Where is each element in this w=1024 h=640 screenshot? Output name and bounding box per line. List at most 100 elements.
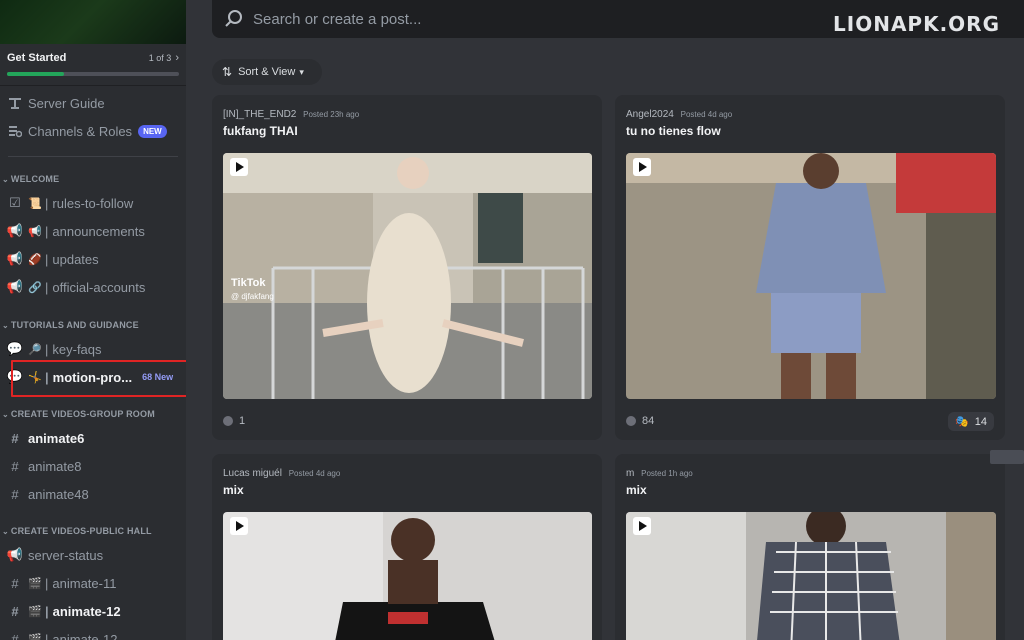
channel-label: animate48 (28, 486, 89, 502)
post-title[interactable]: fukfang THAI (212, 120, 602, 138)
sort-icon: ⇅ (222, 65, 233, 79)
post-timestamp: Posted 1h ago (641, 469, 693, 478)
reaction-count: 14 (974, 415, 987, 428)
chevron-down-icon: ⌄ (2, 174, 9, 184)
channel-label: announcements (52, 223, 145, 239)
hashtag-icon: # (11, 458, 19, 474)
magnifier-emoji: 🔎 (28, 343, 42, 356)
channel-label: key-faqs (52, 341, 102, 357)
category-label: CREATE VIDEOS-GROUP ROOM (10, 409, 155, 419)
channels-roles-icon (7, 123, 23, 139)
search-icon (225, 10, 242, 27)
clapperboard-emoji: 🎬 (28, 633, 42, 640)
channel-announcements[interactable]: 📢 📢 | announcements (0, 219, 186, 243)
hashtag-icon: # (11, 603, 19, 619)
clapperboard-emoji: 🎬 (28, 605, 42, 618)
sort-label: Sort & View (238, 66, 296, 78)
post-thumbnail[interactable] (626, 512, 996, 640)
post-title[interactable]: mix (615, 479, 1005, 497)
post-title[interactable]: tu no tienes flow (615, 120, 1005, 138)
category-label: WELCOME (10, 174, 60, 184)
video-play-icon (230, 158, 248, 176)
rules-channel-icon: ☑ (9, 195, 21, 210)
post-author[interactable]: [IN]_THE_END2 (223, 109, 296, 120)
post-timestamp: Posted 4d ago (680, 110, 733, 119)
comment-count: 84 (642, 415, 655, 427)
sidebar-item-server-guide[interactable]: Server Guide (0, 91, 186, 115)
category-public-hall[interactable]: ⌄ CREATE VIDEOS-PUBLIC HALL (0, 526, 152, 536)
football-emoji: 🏈 (28, 253, 42, 266)
get-started-count: 1 of 3 (148, 53, 172, 63)
new-badge: NEW (138, 124, 167, 138)
megaphone-icon: 📢 (6, 223, 24, 238)
channel-animate48[interactable]: # animate48 (0, 482, 186, 506)
channel-animate-12-b[interactable]: # 🎬 | animate-12 (0, 627, 186, 640)
chevron-down-icon: ⌄ (2, 320, 9, 330)
get-started-panel[interactable]: Get Started 1 of 3 › (0, 44, 186, 86)
channel-label: animate6 (28, 430, 85, 446)
channel-official-accounts[interactable]: 📢 🔗 | official-accounts (0, 275, 186, 299)
post-author[interactable]: m (626, 468, 634, 479)
clapperboard-emoji: 🎬 (28, 577, 42, 590)
channel-label: animate-12 (52, 631, 118, 640)
channel-sidebar: Get Started 1 of 3 › Server Guide Channel… (0, 0, 186, 640)
channel-animate-12[interactable]: # 🎬 | animate-12 (0, 599, 186, 623)
highlight-box (11, 360, 186, 397)
app-window: Get Started 1 of 3 › Server Guide Channel… (0, 0, 1024, 640)
category-welcome[interactable]: ⌄ WELCOME (0, 174, 59, 184)
search-input[interactable]: Search or create a post... (253, 11, 421, 28)
sidebar-item-label: Server Guide (28, 95, 105, 111)
category-label: CREATE VIDEOS-PUBLIC HALL (10, 526, 152, 536)
channel-animate-11[interactable]: # 🎬 | animate-11 (0, 571, 186, 595)
post-thumbnail[interactable] (223, 512, 592, 640)
channel-key-faqs[interactable]: 💬 🔎 | key-faqs (0, 337, 186, 361)
video-play-icon (633, 158, 651, 176)
channel-label: server-status (28, 547, 104, 563)
forum-icon: 💬 (6, 341, 24, 356)
post-thumbnail[interactable]: TikTok @ djfakfang (223, 153, 592, 399)
post-thumbnail[interactable] (626, 153, 996, 399)
channel-rules-to-follow[interactable]: ☑ 📜 | rules-to-follow (0, 191, 186, 215)
megaphone-icon: 📢 (6, 547, 24, 562)
scroll-emoji: 📜 (28, 197, 42, 210)
channel-label: official-accounts (52, 279, 146, 295)
server-banner (0, 0, 186, 44)
post-author[interactable]: Lucas miguél (223, 468, 282, 479)
post-card[interactable]: Lucas miguél Posted 4d ago mix (212, 454, 602, 640)
comment-icon (223, 416, 233, 426)
server-guide-icon (7, 95, 23, 111)
video-play-icon (633, 517, 651, 535)
post-title[interactable]: mix (212, 479, 602, 497)
channel-updates[interactable]: 📢 🏈 | updates (0, 247, 186, 271)
chevron-down-icon: ⌄ (2, 409, 9, 419)
chevron-right-icon: › (175, 52, 179, 64)
watermark: LIONAPK.ORG (833, 12, 1000, 36)
chevron-down-icon: ⌄ (2, 526, 9, 536)
reaction-emoji-icon: 🎭 (955, 416, 969, 428)
progress-fill (7, 72, 64, 76)
post-timestamp: Posted 4d ago (288, 469, 341, 478)
post-card[interactable]: [IN]_THE_END2 Posted 23h ago fukfang THA… (212, 95, 602, 440)
sidebar-item-label: Channels & Roles (28, 123, 133, 139)
post-timestamp: Posted 23h ago (303, 110, 360, 119)
category-tutorials[interactable]: ⌄ TUTORIALS AND GUIDANCE (0, 320, 139, 330)
channel-animate8[interactable]: # animate8 (0, 454, 186, 478)
reaction-button[interactable]: 🎭 14 (948, 412, 994, 431)
channel-server-status[interactable]: 📢 server-status (0, 543, 186, 567)
channel-label: rules-to-follow (52, 195, 134, 211)
category-group-room[interactable]: ⌄ CREATE VIDEOS-GROUP ROOM (0, 409, 155, 419)
link-emoji: 🔗 (28, 281, 42, 294)
channel-animate6[interactable]: # animate6 (0, 426, 186, 450)
overlay-widget[interactable] (990, 450, 1024, 464)
forum-main: Search or create a post... LIONAPK.ORG ⇅… (193, 0, 1024, 640)
get-started-progress (7, 72, 179, 76)
video-play-icon (230, 517, 248, 535)
megaphone-icon: 📢 (6, 251, 24, 266)
loudspeaker-emoji: 📢 (28, 225, 42, 238)
sidebar-item-channels-roles[interactable]: Channels & Roles NEW (0, 119, 186, 143)
post-card[interactable]: Angel2024 Posted 4d ago tu no tienes flo… (615, 95, 1005, 440)
post-card[interactable]: m Posted 1h ago mix (615, 454, 1005, 640)
chevron-down-icon: ▾ (299, 66, 304, 77)
sort-view-button[interactable]: ⇅ Sort & View ▾ (212, 59, 322, 85)
post-author[interactable]: Angel2024 (626, 109, 674, 120)
